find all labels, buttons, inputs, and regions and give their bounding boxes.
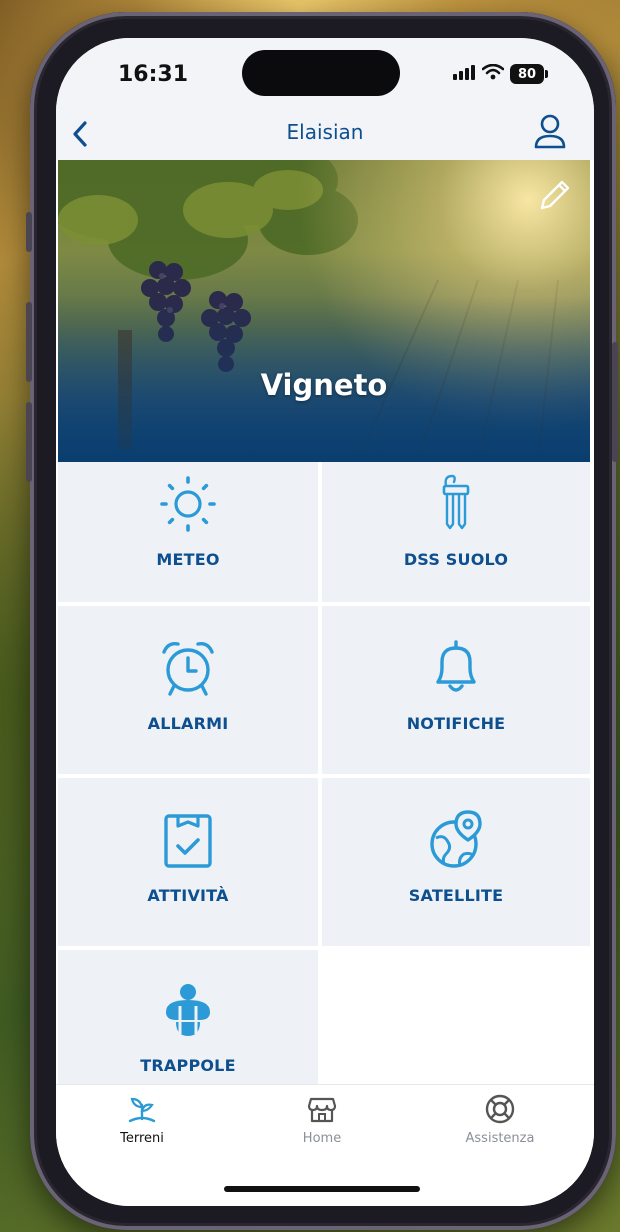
dss-suolo-tile[interactable]: DSS SUOLO: [322, 462, 590, 602]
wifi-icon: [481, 63, 505, 84]
tab-home[interactable]: Home: [262, 1093, 382, 1153]
profile-button[interactable]: [532, 112, 568, 152]
battery-tip: [545, 70, 548, 78]
tile-label: DSS SUOLO: [403, 550, 509, 569]
action-button: [26, 212, 32, 252]
clipboard-check-icon: [156, 808, 220, 872]
nav-bar: Elaisian: [56, 108, 594, 160]
tab-label: Assistenza: [465, 1131, 535, 1146]
tile-label: SATELLITE: [408, 886, 504, 905]
tab-terreni[interactable]: Terreni: [82, 1093, 202, 1153]
tile-label: NOTIFICHE: [406, 714, 506, 733]
tab-assistenza[interactable]: Assistenza: [440, 1093, 560, 1153]
signal-icon: [452, 64, 476, 84]
soil-sensor-icon: [424, 472, 488, 536]
pencil-icon: [540, 180, 570, 210]
volume-down-button: [26, 402, 32, 482]
trappole-tile[interactable]: TRAPPOLE: [58, 950, 318, 1088]
tile-label: ATTIVITÀ: [147, 886, 229, 905]
user-icon: [534, 114, 566, 149]
globe-pin-icon: [424, 808, 488, 872]
lifebuoy-icon: [485, 1094, 515, 1124]
page-title: Elaisian: [286, 120, 364, 144]
volume-up-button: [26, 302, 32, 382]
status-time: 16:31: [118, 62, 189, 87]
bell-icon: [424, 636, 488, 700]
back-button[interactable]: [64, 116, 96, 152]
field-hero-image: Vigneto: [58, 160, 590, 462]
sun-icon: [156, 472, 220, 536]
sprout-icon: [128, 1097, 156, 1123]
chevron-left-icon: [73, 121, 87, 147]
home-indicator: [224, 1186, 420, 1192]
store-icon: [307, 1097, 337, 1123]
tab-label: Home: [302, 1131, 342, 1146]
meteo-tile[interactable]: METEO: [58, 462, 318, 602]
hero-gradient: [58, 160, 590, 462]
tile-label: ALLARMI: [147, 714, 229, 733]
satellite-tile[interactable]: SATELLITE: [322, 778, 590, 946]
tab-label: Terreni: [120, 1131, 164, 1146]
alarm-clock-icon: [156, 636, 220, 700]
field-name: Vigneto: [260, 368, 388, 402]
app-screen: 16:31 80 Elaisian Vigneto METEO DSS SUOL…: [56, 38, 594, 1206]
status-icons: 80: [452, 62, 548, 86]
allarmi-tile[interactable]: ALLARMI: [58, 606, 318, 774]
status-bar: 16:31 80: [56, 38, 594, 108]
edit-button[interactable]: [532, 174, 576, 218]
insect-trap-icon: [156, 978, 220, 1042]
tile-label: TRAPPOLE: [140, 1056, 236, 1075]
tile-label: METEO: [156, 550, 220, 569]
dynamic-island: [242, 50, 400, 96]
power-button: [612, 342, 618, 462]
attivita-tile[interactable]: ATTIVITÀ: [58, 778, 318, 946]
battery-indicator: 80: [510, 64, 544, 84]
notifiche-tile[interactable]: NOTIFICHE: [322, 606, 590, 774]
